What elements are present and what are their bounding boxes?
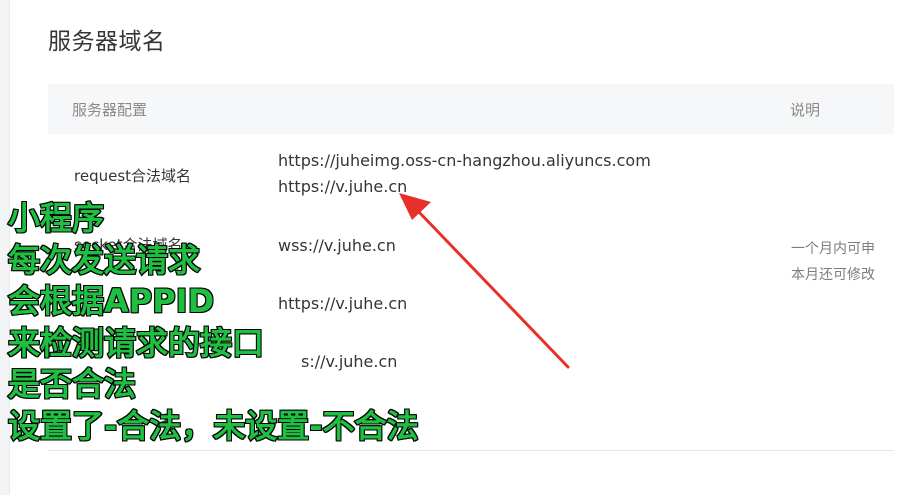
arrow-shaft: [416, 209, 570, 369]
table-header: 服务器配置 说明: [48, 84, 894, 134]
row-label-request: request合法域名: [74, 167, 192, 185]
header-server-config: 服务器配置: [72, 101, 148, 119]
description-cell: 一个月内可申 本月还可修改: [791, 236, 875, 288]
annotation-line: 每次发送请求: [7, 240, 201, 280]
section-title: 服务器域名: [48, 29, 166, 55]
server-domain-page: 服务器域名 服务器配置 说明 request合法域名 https://juhei…: [0, 0, 902, 495]
annotation-overlay: 小程序 每次发送请求 会根据APPID 来检测请求的接口 是否合法 设置了-合法…: [7, 198, 420, 447]
annotation-line: 会根据APPID: [7, 281, 215, 321]
row-values-request: https://juheimg.oss-cn-hangzhou.aliyuncs…: [278, 148, 651, 200]
description-line: 本月还可修改: [791, 267, 875, 283]
domain-value: https://v.juhe.cn: [278, 177, 408, 196]
annotation-line: 是否合法: [7, 364, 137, 404]
description-line: 一个月内可申: [791, 241, 875, 257]
annotation-line: 小程序: [7, 198, 105, 238]
annotation-line: 设置了-合法，未设置-不合法: [7, 406, 420, 446]
table-bottom-divider: [48, 450, 894, 451]
annotation-line: 来检测请求的接口: [7, 323, 265, 363]
domain-value: https://juheimg.oss-cn-hangzhou.aliyuncs…: [278, 151, 651, 170]
header-description: 说明: [790, 101, 821, 119]
